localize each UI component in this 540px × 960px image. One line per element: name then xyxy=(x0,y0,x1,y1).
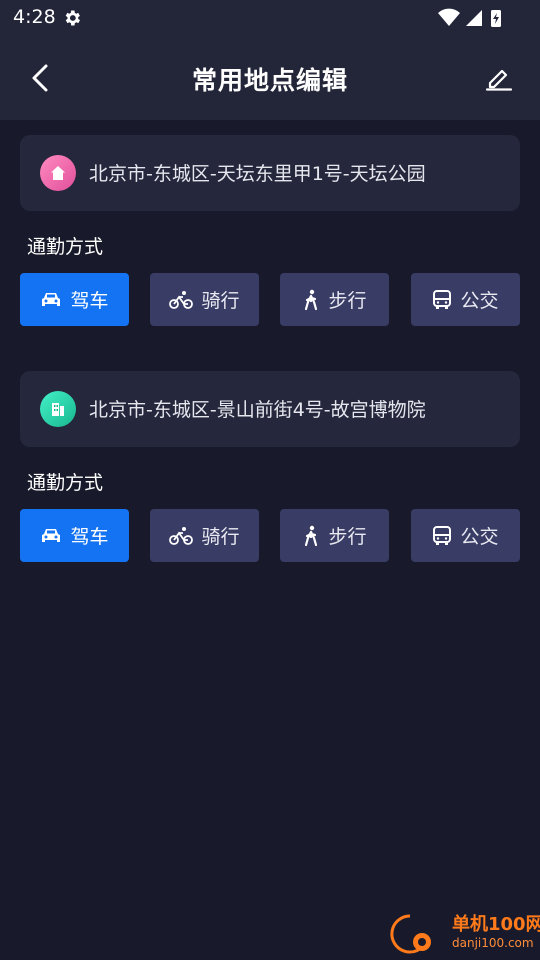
mode-button-bike[interactable]: 骑行 xyxy=(150,509,259,562)
mode-label: 公交 xyxy=(460,290,499,312)
mode-button-drive[interactable]: 驾车 xyxy=(20,509,129,562)
building-icon xyxy=(40,391,76,427)
mode-label: 步行 xyxy=(328,526,367,548)
settings-gear-icon xyxy=(65,10,80,26)
bike-icon xyxy=(169,526,194,545)
commute-mode-row: 驾车 骑行 步行 公交 xyxy=(20,273,520,326)
commute-label: 通勤方式 xyxy=(27,472,104,494)
commute-mode-row: 驾车 骑行 步行 公交 xyxy=(20,509,520,562)
page-title: 常用地点编辑 xyxy=(191,66,348,95)
wifi-icon xyxy=(438,8,460,26)
mode-label: 公交 xyxy=(460,526,499,548)
place-address: 北京市-东城区-景山前街4号-故宫博物院 xyxy=(89,399,426,421)
watermark-logo-icon xyxy=(390,914,431,954)
mode-button-bike[interactable]: 骑行 xyxy=(150,273,259,326)
mode-label: 驾车 xyxy=(70,526,109,548)
mode-label: 骑行 xyxy=(201,526,240,548)
place-card-work[interactable]: 北京市-东城区-景山前街4号-故宫博物院 xyxy=(20,371,520,447)
bus-icon xyxy=(433,525,452,545)
car-icon xyxy=(42,292,61,306)
status-bar: 4:28 xyxy=(0,0,540,36)
edit-icon[interactable] xyxy=(484,62,514,92)
mode-button-walk[interactable]: 步行 xyxy=(280,509,389,562)
mode-button-bus[interactable]: 公交 xyxy=(411,509,520,562)
place-card-home[interactable]: 北京市-东城区-天坛东里甲1号-天坛公园 xyxy=(20,135,520,211)
watermark-title: 单机100网 xyxy=(452,914,540,935)
commute-label: 通勤方式 xyxy=(27,236,104,258)
signal-icon xyxy=(466,10,482,26)
status-icons xyxy=(438,8,501,27)
home-icon xyxy=(40,155,76,191)
mode-button-bus[interactable]: 公交 xyxy=(411,273,520,326)
status-time: 4:28 xyxy=(13,6,56,28)
watermark-url: danji100.com xyxy=(452,936,534,950)
place-address: 北京市-东城区-天坛东里甲1号-天坛公园 xyxy=(89,163,426,185)
bus-icon xyxy=(433,289,452,309)
watermark: 单机100网 danji100.com xyxy=(388,910,540,958)
walk-icon xyxy=(305,525,318,546)
app-bar: 常用地点编辑 xyxy=(0,36,540,120)
mode-label: 驾车 xyxy=(70,290,109,312)
mode-label: 骑行 xyxy=(201,290,240,312)
walk-icon xyxy=(305,289,318,310)
car-icon xyxy=(42,528,61,542)
mode-button-walk[interactable]: 步行 xyxy=(280,273,389,326)
mode-button-drive[interactable]: 驾车 xyxy=(20,273,129,326)
mode-label: 步行 xyxy=(328,290,367,312)
bike-icon xyxy=(169,290,194,309)
